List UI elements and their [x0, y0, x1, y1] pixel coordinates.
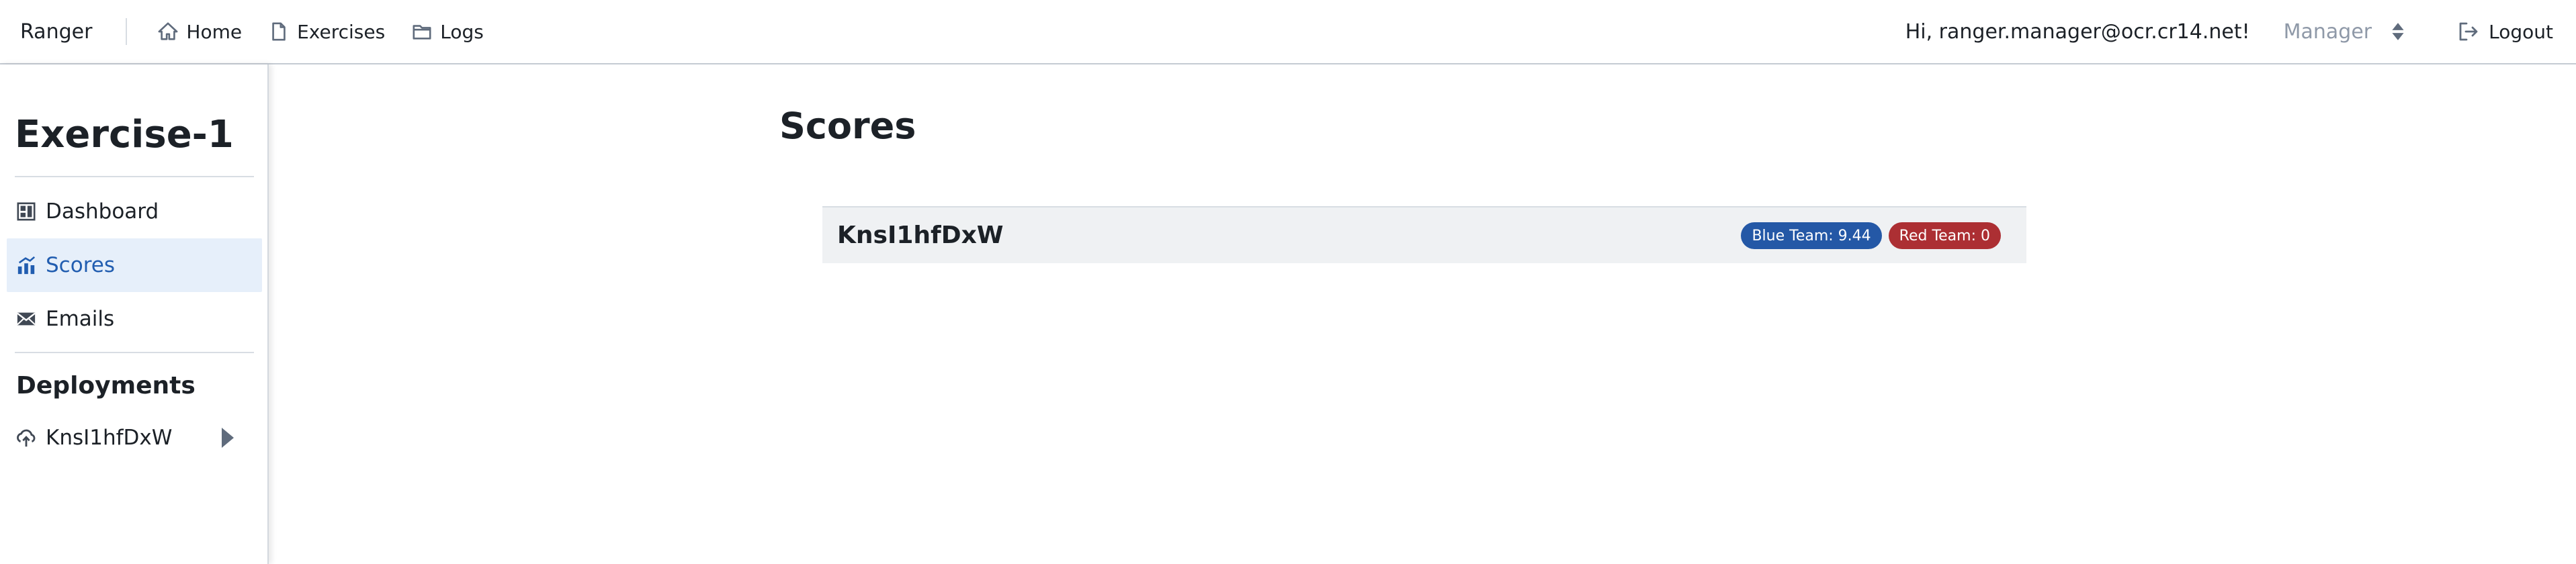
document-icon — [272, 22, 286, 41]
role-select-value: Manager — [2283, 19, 2372, 44]
nav-logs-label: Logs — [440, 20, 484, 43]
deployment-name: KnsI1hfDxW — [837, 222, 1004, 249]
home-icon — [158, 22, 178, 40]
sidebar-item-scores-label: Scores — [46, 253, 115, 277]
deployments-heading: Deployments — [16, 372, 196, 399]
envelope-icon — [17, 312, 36, 326]
sidebar-item-dashboard[interactable]: Dashboard — [7, 185, 262, 238]
score-badges: Blue Team: 9.44 Red Team: 0 — [1734, 222, 2001, 249]
sidebar-item-emails-label: Emails — [46, 307, 115, 331]
blue-team-score-badge: Blue Team: 9.44 — [1741, 222, 1882, 249]
role-select[interactable]: Manager — [2284, 20, 2406, 44]
sidebar-item-scores[interactable]: Scores — [7, 238, 262, 292]
logout-label: Logout — [2489, 20, 2553, 43]
nav-home[interactable]: Home — [153, 11, 247, 52]
navbar-divider — [126, 18, 128, 45]
sidebar-item-dashboard-label: Dashboard — [46, 199, 159, 224]
chart-icon — [17, 256, 36, 275]
caret-right-icon[interactable] — [218, 428, 238, 448]
cloud-upload-icon — [17, 429, 36, 447]
sidebar-item-deployment[interactable]: KnsI1hfDxW — [7, 411, 262, 465]
sidebar: Exercise-1 Dashboard Scores Emails Deplo… — [0, 64, 269, 564]
sidebar-item-deployment-label: KnsI1hfDxW — [46, 426, 173, 450]
navbar-right: Hi, ranger.manager@ocr.cr14.net! Manager… — [1905, 0, 2576, 63]
page-title: Scores — [779, 105, 916, 147]
user-greeting: Hi, ranger.manager@ocr.cr14.net! — [1905, 19, 2250, 44]
exercise-title: Exercise-1 — [15, 113, 234, 156]
dashboard-icon — [17, 202, 36, 221]
logout-icon — [2459, 22, 2478, 41]
top-navbar: Ranger Home Exercises Logs Hi, ranger.ma… — [0, 0, 2576, 64]
nav-exercises-label: Exercises — [297, 20, 386, 43]
nav-logs[interactable]: Logs — [406, 11, 489, 52]
brand-name[interactable]: Ranger — [20, 20, 92, 44]
nav-home-label: Home — [186, 20, 243, 43]
sidebar-item-emails[interactable]: Emails — [7, 292, 262, 346]
sidebar-divider — [15, 352, 254, 353]
score-card: KnsI1hfDxW Blue Team: 9.44 Red Team: 0 — [822, 206, 2026, 263]
folder-icon — [413, 25, 431, 40]
nav-exercises[interactable]: Exercises — [263, 11, 390, 52]
double-caret-icon — [2392, 23, 2404, 40]
sidebar-divider — [15, 176, 254, 177]
logout-button[interactable]: Logout — [2458, 21, 2553, 43]
red-team-score-badge: Red Team: 0 — [1888, 222, 2001, 249]
